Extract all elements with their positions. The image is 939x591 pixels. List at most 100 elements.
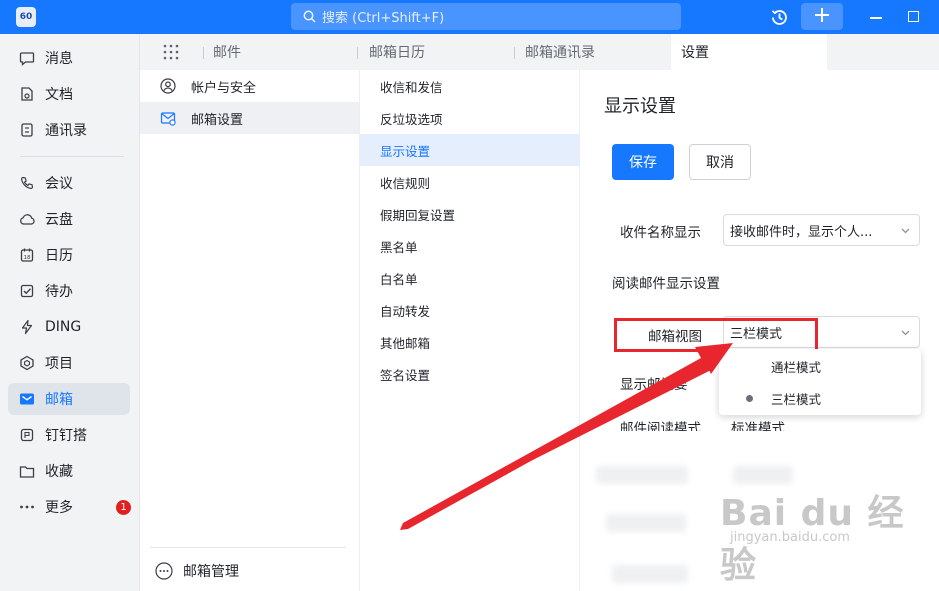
history-icon[interactable] (770, 8, 789, 31)
account-item-label: 帐户与安全 (191, 80, 257, 96)
sidebar-item-mail[interactable]: 邮箱 (8, 383, 130, 415)
sidebar-item-calendar[interactable]: 18 日历 (8, 239, 130, 271)
build-icon (18, 426, 36, 444)
account-security-item[interactable]: 帐户与安全 (140, 70, 359, 102)
save-button[interactable]: 保存 (612, 144, 674, 180)
user-icon (160, 78, 176, 94)
menu-item-label: 签名设置 (380, 367, 431, 383)
settings-menu-item[interactable]: 白名单 (360, 262, 579, 294)
menu-item-label: 显示设置 (380, 143, 431, 159)
apps-grid-icon[interactable] (163, 44, 179, 64)
chevron-down-icon (900, 327, 911, 338)
mailbox-manage-button[interactable]: 邮箱管理 (155, 561, 239, 581)
sidebar-item-dingda[interactable]: 钉钉搭 (8, 419, 130, 451)
minimize-button[interactable] (870, 17, 882, 19)
add-button[interactable] (801, 3, 843, 30)
sidebar-item-contacts[interactable]: 通讯录 (8, 114, 130, 146)
settings-menu-item[interactable]: 收信规则 (360, 166, 579, 198)
cloud-icon (18, 210, 36, 228)
blurred-row (612, 565, 688, 583)
sidebar-item-label: 邮箱 (45, 392, 73, 408)
sidebar-item-label: DING (45, 319, 82, 335)
sidebar-item-cloud[interactable]: 云盘 (8, 203, 130, 235)
chevron-down-icon (900, 225, 911, 236)
search-icon (303, 10, 316, 23)
plus-icon (814, 7, 830, 27)
lightning-icon (18, 318, 36, 336)
folder-icon (18, 462, 36, 480)
divider (357, 47, 358, 59)
summary-label: 显示邮摘要 (620, 377, 688, 393)
dropdown-option[interactable]: 通栏模式 (719, 350, 921, 382)
settings-menu-item[interactable]: 自动转发 (360, 294, 579, 326)
sidebar-item-label: 项目 (45, 356, 73, 372)
settings-menu-item[interactable]: 其他邮箱 (360, 326, 579, 358)
more-circle-icon (155, 562, 173, 580)
divider (150, 547, 346, 548)
settings-menu-item-display[interactable]: 显示设置 (360, 134, 579, 166)
settings-menu-item[interactable]: 黑名单 (360, 230, 579, 262)
sidebar-item-label: 消息 (45, 51, 73, 67)
checkbox-icon (18, 282, 36, 300)
settings-menu-item[interactable]: 假期回复设置 (360, 198, 579, 230)
menu-item-label: 收信和发信 (380, 79, 443, 95)
more-icon (18, 498, 36, 516)
account-panel: 帐户与安全 邮箱设置 (140, 70, 360, 591)
menu-item-label: 反垃圾选项 (380, 111, 443, 127)
sidebar-item-more[interactable]: 更多 1 (8, 491, 131, 523)
dropdown-option-selected[interactable]: 三栏模式 (719, 382, 921, 414)
mailbox-manage-label: 邮箱管理 (183, 564, 239, 580)
sidebar: 消息 文档 通讯录 会议 云盘 18 日历 待办 DING 项目 邮箱 钉钉搭 (0, 34, 140, 591)
sidebar-item-label: 收藏 (45, 464, 73, 480)
sidebar-item-label: 更多 (45, 500, 73, 516)
maximize-button[interactable] (908, 11, 919, 22)
sidebar-item-meeting[interactable]: 会议 (8, 167, 130, 199)
sidebar-item-label: 通讯录 (45, 123, 87, 139)
sidebar-item-project[interactable]: 项目 (8, 347, 130, 379)
settings-menu-item[interactable]: 收信和发信 (360, 70, 579, 102)
avatar[interactable]: 60 (16, 7, 36, 27)
document-icon (18, 85, 36, 103)
phone-icon (18, 174, 36, 192)
sidebar-item-messages[interactable]: 消息 (8, 42, 130, 74)
hexagon-icon (18, 354, 36, 372)
svg-text:18: 18 (24, 255, 31, 261)
sidebar-item-label: 云盘 (45, 212, 73, 228)
tab-mail-calendar[interactable]: 邮箱日历 (369, 34, 509, 70)
sender-name-select[interactable]: 接收邮件时，显示个人... (723, 214, 920, 246)
option-label: 三栏模式 (771, 391, 822, 407)
calendar-icon: 18 (18, 246, 36, 264)
watermark-url: jingyan.baidu.com (730, 530, 850, 545)
divider (20, 156, 124, 157)
read-mode-label: 邮件阅读模式 (620, 421, 701, 431)
sidebar-item-label: 文档 (45, 87, 73, 103)
sidebar-item-todo[interactable]: 待办 (8, 275, 130, 307)
notification-badge: 1 (116, 500, 131, 515)
tab-settings[interactable]: 设置 (671, 34, 827, 70)
sidebar-item-docs[interactable]: 文档 (8, 78, 130, 110)
selected-dot-icon (746, 395, 753, 402)
sidebar-item-favorites[interactable]: 收藏 (8, 455, 130, 487)
tab-mail[interactable]: 邮件 (213, 34, 353, 70)
option-label: 通栏模式 (771, 359, 822, 375)
mail-settings-icon (160, 110, 176, 126)
tab-label: 邮件 (213, 45, 241, 61)
search-input[interactable]: 搜索 (Ctrl+Shift+F) (291, 3, 681, 30)
mailbox-settings-item[interactable]: 邮箱设置 (140, 102, 359, 134)
annotation-highlight-box (614, 318, 818, 352)
select-value: 接收邮件时，显示个人... (730, 224, 873, 240)
cancel-button[interactable]: 取消 (689, 144, 751, 180)
blurred-row (596, 466, 688, 484)
sidebar-item-ding[interactable]: DING (8, 311, 130, 343)
menu-item-label: 收信规则 (380, 175, 431, 191)
menu-item-label: 白名单 (380, 271, 418, 287)
tab-label: 邮箱日历 (369, 45, 425, 61)
tab-mail-contacts[interactable]: 邮箱通讯录 (525, 34, 665, 70)
settings-menu-item[interactable]: 签名设置 (360, 358, 579, 390)
read-mode-value[interactable]: 标准模式 (731, 420, 785, 431)
account-item-label: 邮箱设置 (191, 112, 244, 128)
settings-menu-item[interactable]: 反垃圾选项 (360, 102, 579, 134)
sidebar-item-label: 日历 (45, 248, 73, 264)
read-settings-heading: 阅读邮件显示设置 (612, 276, 720, 292)
mail-icon (18, 390, 36, 408)
